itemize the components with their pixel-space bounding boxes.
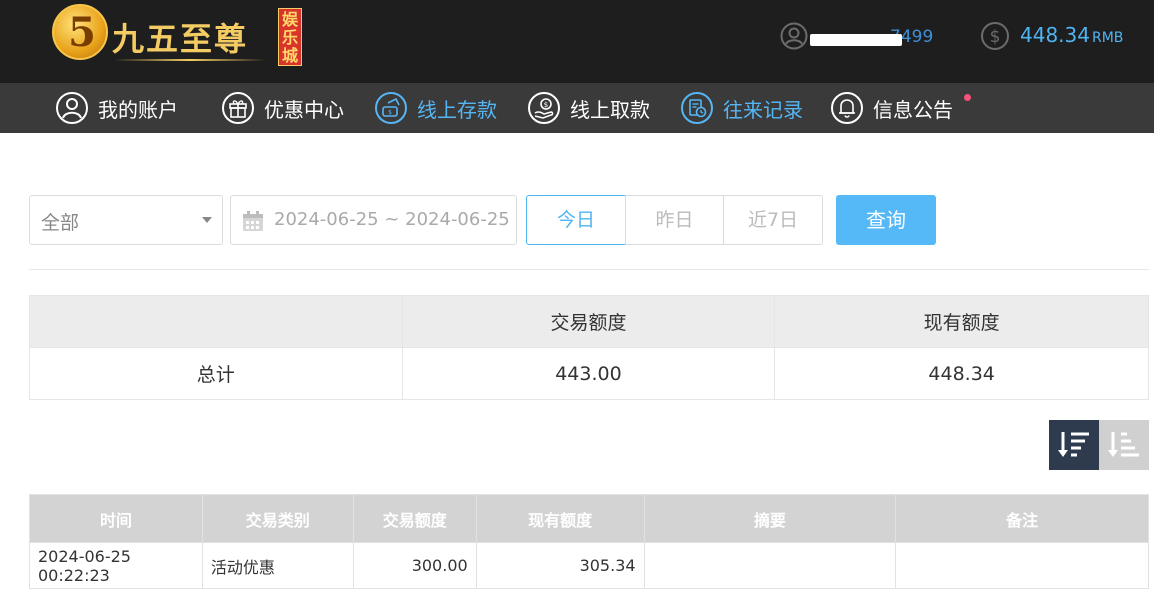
sort-descending-icon [1058, 432, 1089, 457]
summary-row: 总计 443.00 448.34 [29, 347, 1149, 400]
today-button[interactable]: 今日 [526, 195, 626, 245]
logo-badge: 娱乐城 [278, 8, 302, 66]
sort-descending-button[interactable] [1049, 420, 1099, 470]
nav-my-account[interactable]: 我的账户 [55, 91, 178, 125]
nav-online-deposit[interactable]: $ 线上存款 [374, 91, 497, 125]
svg-text:$: $ [388, 109, 392, 116]
balance-currency: RMB [1091, 30, 1124, 46]
main-nav: 我的账户 优惠中心 $ 线上存款 $ 线上取款 往来记录 信息公告 [0, 83, 1154, 133]
transaction-type-select[interactable]: 全部 [29, 195, 223, 245]
summary-header-trade: 交易额度 [401, 295, 776, 348]
username: 7499 [810, 27, 933, 47]
cell-amount: 300.00 [352, 542, 477, 589]
table-header-row: 时间 交易类别 交易额度 现有额度 摘要 备注 [29, 494, 1149, 543]
logo-text: 九五至尊 [112, 20, 249, 58]
withdraw-icon: $ [528, 92, 560, 124]
nav-online-withdraw[interactable]: $ 线上取款 [527, 91, 650, 125]
date-range-input[interactable]: 2024-06-25 ~ 2024-06-25 [230, 195, 517, 245]
yesterday-button[interactable]: 昨日 [625, 195, 724, 245]
nav-announcements[interactable]: 信息公告 [830, 91, 953, 125]
last-7-days-button[interactable]: 近7日 [723, 195, 823, 245]
user-icon [780, 22, 808, 50]
summary-current-total: 448.34 [774, 347, 1149, 400]
top-bar: 5 九五至尊 娱乐城 7499 $ 448.34 RMB [0, 0, 1154, 83]
summary-trade-total: 443.00 [401, 347, 776, 400]
calendar-icon [243, 211, 263, 231]
cell-category: 活动优惠 [201, 542, 354, 589]
chevron-down-icon [202, 217, 212, 223]
nav-transaction-records[interactable]: 往来记录 [680, 91, 803, 125]
cell-note [895, 542, 1149, 589]
svg-text:$: $ [544, 101, 548, 109]
site-logo[interactable]: 5 九五至尊 娱乐城 [52, 4, 304, 68]
gift-icon [222, 92, 254, 124]
cell-time: 2024-06-25 00:22:23 [29, 542, 203, 589]
sort-ascending-icon [1108, 432, 1139, 457]
svg-text:$: $ [990, 27, 1001, 47]
logo-coin-icon: 5 [52, 4, 108, 60]
notification-dot [964, 94, 971, 101]
column-header-amount: 交易额度 [352, 494, 477, 543]
summary-header-empty [29, 295, 403, 348]
table-row: 2024-06-25 00:22:23 活动优惠 300.00 305.34 [29, 542, 1149, 589]
column-header-category: 交易类别 [201, 494, 354, 543]
logo-ornament [114, 59, 266, 61]
records-icon [681, 92, 713, 124]
column-header-time: 时间 [29, 494, 203, 543]
dollar-coin-icon: $ [981, 22, 1009, 50]
nav-promotions[interactable]: 优惠中心 [221, 91, 344, 125]
summary-header-row: 交易额度 现有额度 [29, 295, 1149, 348]
column-header-balance: 现有额度 [475, 494, 645, 543]
summary-header-current: 现有额度 [774, 295, 1149, 348]
user-circle-icon [56, 92, 88, 124]
sort-ascending-button[interactable] [1099, 420, 1149, 470]
username-redaction [810, 34, 902, 46]
column-header-summary: 摘要 [643, 494, 897, 543]
divider [29, 269, 1149, 270]
column-header-note: 备注 [895, 494, 1149, 543]
bell-icon [831, 92, 863, 124]
deposit-icon: $ [375, 92, 407, 124]
query-button[interactable]: 查询 [836, 195, 936, 245]
cell-balance: 305.34 [475, 542, 645, 589]
summary-table: 交易额度 现有额度 总计 443.00 448.34 [29, 295, 1149, 400]
transactions-table: 时间 交易类别 交易额度 现有额度 摘要 备注 2024-06-25 00:22… [29, 494, 1149, 589]
balance-amount: 448.34 [1020, 23, 1090, 47]
summary-total-label: 总计 [29, 347, 403, 400]
cell-summary [643, 542, 897, 589]
